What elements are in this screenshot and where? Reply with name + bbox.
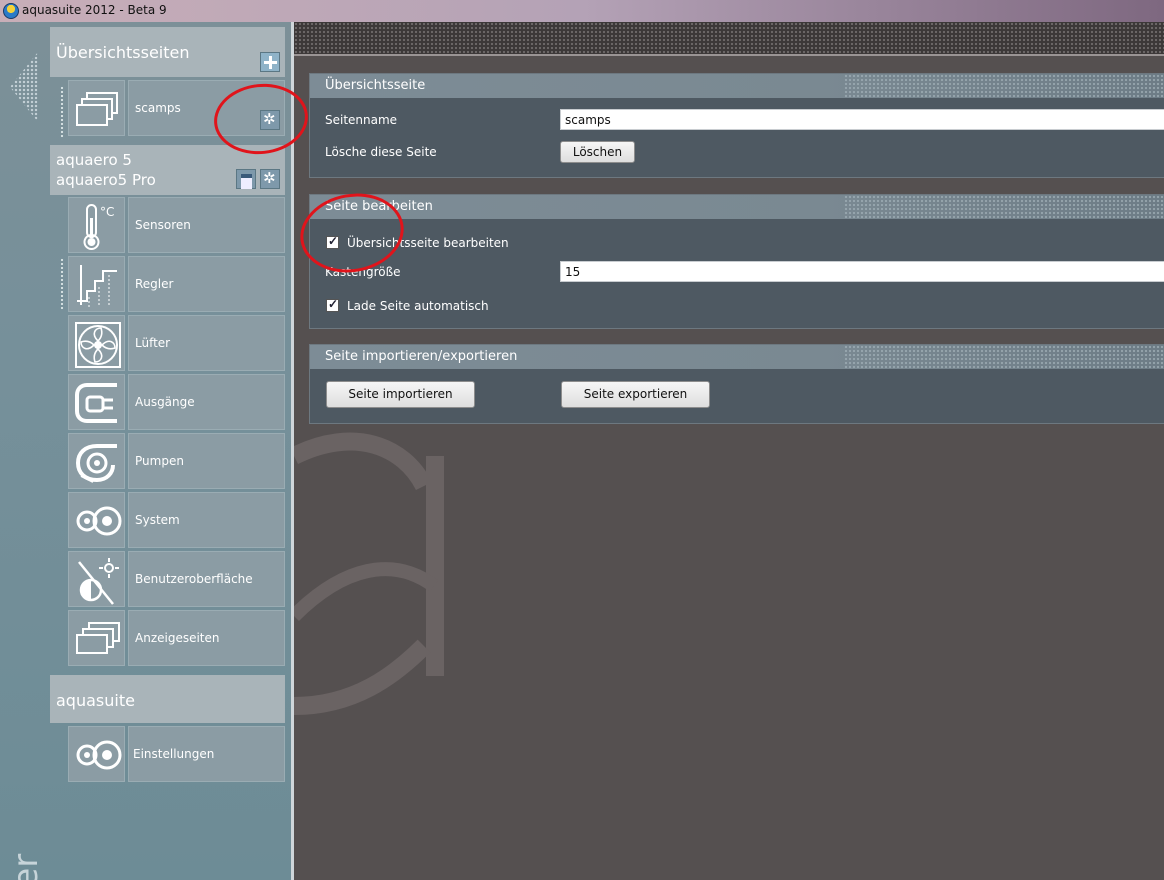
import-page-button[interactable]: Seite importieren — [326, 381, 475, 408]
panel-header: Übersichtsseite — [310, 74, 1164, 98]
sidebar-item-label: Lüfter — [135, 336, 171, 350]
sidebar-item-system[interactable]: System — [68, 492, 285, 548]
overview-page-panel: Übersichtsseite Seitenname Lösche diese … — [309, 73, 1164, 178]
plug-icon — [68, 374, 125, 430]
delete-page-label: Lösche diese Seite — [325, 145, 437, 159]
sidebar-item-anzeigeseiten[interactable]: Anzeigeseiten — [68, 610, 285, 666]
autoload-label: Lade Seite automatisch — [347, 299, 489, 313]
sidebar-item-label: System — [135, 513, 180, 527]
watermark-logo-icon — [294, 432, 444, 715]
drag-handle[interactable] — [60, 258, 64, 310]
sidebar-item-label: Regler — [135, 277, 174, 291]
aquasuite-header: aquasuite — [50, 675, 285, 723]
sidebar-item-pumpen[interactable]: Pumpen — [68, 433, 285, 489]
sidebar-item-sensoren[interactable]: °C Sensoren — [68, 197, 285, 253]
sidebar-item-label: Anzeigeseiten — [135, 631, 220, 645]
device-name-line1: aquaero 5 — [56, 151, 132, 169]
import-export-panel: Seite importieren/exportieren Seite impo… — [309, 344, 1164, 424]
panel-header-pattern — [844, 74, 1164, 98]
sidebar-item-label: Sensoren — [135, 218, 191, 232]
edit-page-panel: Seite bearbeiten Übersichtsseite bearbei… — [309, 194, 1164, 329]
sidebar-item-benutzeroberflaeche[interactable]: Benutzeroberfläche — [68, 551, 285, 607]
sidebar-item-box: Pumpen — [128, 433, 285, 489]
add-page-button[interactable] — [260, 52, 280, 72]
pages-icon — [68, 610, 125, 666]
device-settings-gear-icon[interactable] — [260, 169, 280, 189]
sidebar-item-einstellungen[interactable]: Einstellungen — [68, 726, 285, 782]
sidebar-item-label: Einstellungen — [133, 747, 215, 761]
pages-icon — [68, 80, 125, 136]
controller-icon — [68, 256, 125, 312]
panel-title: Übersichtsseite — [325, 78, 426, 93]
device-name-line2: aquaero5 Pro — [56, 171, 156, 189]
sidebar-item-box: Regler — [128, 256, 285, 312]
panel-header: Seite importieren/exportieren — [310, 345, 1164, 369]
save-device-button[interactable] — [236, 169, 256, 189]
main-content — [294, 56, 1164, 880]
panel-header-pattern — [844, 345, 1164, 369]
panel-title: Seite importieren/exportieren — [325, 349, 518, 364]
window-title-bar[interactable]: aquasuite 2012 - Beta 9 — [0, 0, 1164, 22]
overview-pages-title: Übersichtsseiten — [56, 43, 190, 62]
sidebar-item-label: Pumpen — [135, 454, 184, 468]
sidebar-item-box: Einstellungen — [128, 726, 285, 782]
main-toolbar-strip — [294, 22, 1164, 56]
page-name-input[interactable] — [560, 109, 1164, 130]
window-title: aquasuite 2012 - Beta 9 — [22, 3, 167, 17]
sidebar-item-box: Sensoren — [128, 197, 285, 253]
svg-text:°C: °C — [100, 205, 114, 219]
export-page-button[interactable]: Seite exportieren — [561, 381, 710, 408]
box-size-input[interactable] — [560, 261, 1164, 282]
sidebar-item-regler[interactable]: Regler — [68, 256, 285, 312]
sidebar-vertical-text: ter — [6, 853, 46, 880]
page-name-label: Seitenname — [325, 113, 398, 127]
sidebar-item-label: Ausgänge — [135, 395, 195, 409]
drag-handle[interactable] — [60, 86, 64, 138]
display-settings-icon — [68, 551, 125, 607]
sidebar-item-box: Anzeigeseiten — [128, 610, 285, 666]
thermometer-icon: °C — [68, 197, 125, 253]
sidebar-item-label: Benutzeroberfläche — [135, 572, 253, 586]
sidebar-item-box: Lüfter — [128, 315, 285, 371]
app-logo-icon — [3, 3, 19, 19]
sidebar-item-luefter[interactable]: Lüfter — [68, 315, 285, 371]
delete-button[interactable]: Löschen — [560, 141, 635, 163]
system-gears-icon — [68, 726, 125, 782]
overview-pages-header: Übersichtsseiten — [50, 27, 285, 77]
overview-item-label: scamps — [135, 101, 181, 115]
pump-icon — [68, 433, 125, 489]
aquasuite-title: aquasuite — [56, 691, 135, 710]
sidebar-item-box: Ausgänge — [128, 374, 285, 430]
sidebar-item-box: Benutzeroberfläche — [128, 551, 285, 607]
collapse-sidebar-arrow-icon[interactable] — [10, 52, 38, 122]
fan-icon — [68, 315, 125, 371]
sidebar-item-box: System — [128, 492, 285, 548]
sidebar-item-ausgaenge[interactable]: Ausgänge — [68, 374, 285, 430]
autoload-checkbox[interactable] — [326, 297, 339, 312]
panel-header-pattern — [844, 195, 1164, 219]
system-gears-icon — [68, 492, 125, 548]
panel-header: Seite bearbeiten — [310, 195, 1164, 219]
